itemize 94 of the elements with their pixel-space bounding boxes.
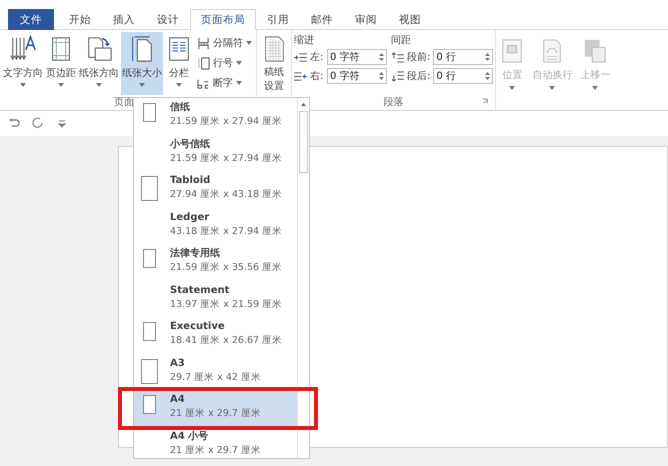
section-label: 缩进	[294, 34, 315, 46]
ribbon-button[interactable]: 纸张方向	[78, 32, 120, 95]
paper-name: 法律专用纸	[170, 247, 220, 260]
ribbon-tab[interactable]: 引用	[256, 9, 300, 30]
menu-item[interactable]: 法律专用纸 21.59 厘米 x 35.56 厘米	[134, 244, 297, 280]
menu-item[interactable]: 信纸 21.59 厘米 x 27.94 厘米	[134, 98, 297, 134]
paper-name: Tabloid	[170, 174, 210, 187]
caret-icon	[549, 86, 556, 90]
caret-icon	[246, 41, 252, 45]
paper-name: A4 小号	[170, 430, 208, 442]
indent-right-icon	[294, 70, 307, 82]
undo-icon[interactable]	[8, 117, 20, 129]
page-break-icon	[197, 36, 210, 50]
spinner-arrows-icon[interactable]	[379, 52, 384, 62]
ribbon-button[interactable]: 分隔符	[195, 35, 254, 51]
caret-icon	[236, 81, 242, 85]
menu-item[interactable]: A4 小号 21 厘米 x 29.7 厘米	[134, 426, 297, 458]
spinner-arrows-icon[interactable]	[485, 71, 490, 81]
bring-forward-icon	[583, 38, 608, 64]
spin-field[interactable]: 0 字符	[327, 49, 387, 65]
ribbon-tab[interactable]: 视图	[388, 9, 432, 30]
ribbon-button[interactable]: 行号	[195, 55, 254, 71]
spacing-before-icon	[391, 52, 404, 62]
file-tab[interactable]: 文件	[8, 9, 54, 30]
paper-name: A4	[170, 393, 185, 406]
ribbon-tab[interactable]: 邮件	[300, 9, 344, 30]
menu-item[interactable]: Tabloid 27.94 厘米 x 43.18 厘米	[134, 171, 297, 208]
spinner-arrows-icon[interactable]	[485, 52, 490, 62]
line-numbers-icon	[197, 56, 210, 70]
ribbon-tab[interactable]: 开始	[58, 9, 102, 30]
field-label: 左:	[310, 51, 324, 64]
paper-name: 信纸	[170, 101, 190, 114]
caret-icon	[139, 83, 145, 87]
paper-name: 小号信纸	[170, 138, 210, 150]
spinner-arrows-icon[interactable]	[379, 71, 384, 81]
caret-icon	[58, 83, 64, 87]
caret-icon	[176, 83, 182, 87]
paper-dimensions: 43.18 厘米 x 27.94 厘米	[170, 224, 282, 238]
caret-icon	[96, 83, 102, 87]
page-icon	[142, 249, 156, 268]
page-icon	[140, 176, 158, 201]
caret-icon	[236, 61, 242, 65]
paper-dimensions: 21.59 厘米 x 35.56 厘米	[170, 261, 282, 274]
scrollbar-thumb[interactable]	[299, 111, 308, 173]
paper-dimensions: 18.41 厘米 x 26.67 厘米	[170, 334, 282, 347]
paper-name: Statement	[170, 284, 230, 296]
group-label: 段落	[384, 96, 404, 110]
menu-item[interactable]: Statement 13.97 厘米 x 21.59 厘米	[134, 280, 297, 317]
ribbon-tab[interactable]: 审阅	[344, 9, 388, 30]
spacing-after-icon	[391, 70, 404, 82]
paper-dimensions: 13.97 厘米 x 21.59 厘米	[170, 298, 282, 310]
dialog-launcher-icon[interactable]	[482, 98, 490, 105]
page-icon	[142, 395, 156, 414]
spin-field[interactable]: 0 行	[433, 49, 494, 65]
ribbon-tab[interactable]: 页面布局	[190, 9, 256, 30]
redo-icon[interactable]	[32, 117, 44, 129]
group-label: 页面	[114, 97, 134, 108]
paper-dimensions: 21 厘米 x 29.7 厘米	[170, 444, 261, 456]
menu-item[interactable]: Ledger 43.18 厘米 x 27.94 厘米	[134, 208, 297, 244]
caret-icon	[20, 83, 26, 87]
spin-field[interactable]: 0 行	[433, 68, 494, 84]
paper-name: Ledger	[170, 210, 210, 224]
menu-item[interactable]: A3 29.7 厘米 x 42 厘米	[134, 354, 297, 390]
paper-dimensions: 27.94 厘米 x 43.18 厘米	[170, 188, 282, 201]
paper-dimensions: 21.59 厘米 x 27.94 厘米	[170, 152, 282, 164]
menu-item[interactable]: 小号信纸 21.59 厘米 x 27.94 厘米	[134, 134, 297, 171]
paper-dimensions: 29.7 厘米 x 42 厘米	[170, 370, 261, 384]
picture-position-icon	[500, 38, 524, 64]
menu-item[interactable]: Executive 18.41 厘米 x 26.67 厘米	[134, 317, 297, 354]
field-label: 段前:	[407, 51, 430, 64]
caret-icon	[592, 86, 598, 90]
text-direction-icon	[9, 35, 37, 63]
page-icon	[142, 103, 156, 122]
ribbon-button[interactable]: 稿纸设置	[259, 32, 289, 95]
paper-dimensions: 21.59 厘米 x 27.94 厘米	[170, 115, 282, 128]
paper-name: Executive	[170, 320, 225, 333]
section-label: 间距	[391, 34, 412, 46]
ribbon-button[interactable]: 文字方向	[2, 32, 44, 95]
ribbon-tab[interactable]: 设计	[146, 9, 190, 30]
indent-left-icon	[294, 52, 307, 62]
page-icon	[142, 322, 156, 341]
ribbon-button[interactable]: 页边距	[45, 32, 77, 95]
ribbon-button[interactable]: 纸张大小	[121, 32, 163, 95]
page-icon	[140, 358, 158, 384]
spin-field[interactable]: 0 字符	[327, 68, 387, 84]
caret-icon	[509, 86, 516, 90]
ribbon-button[interactable]: 分栏	[164, 32, 194, 95]
field-label: 段后:	[407, 70, 430, 83]
paper-name: A3	[170, 356, 185, 370]
paper-dimensions: 21 厘米 x 29.7 厘米	[170, 407, 261, 420]
menu-item[interactable]: A4 21 厘米 x 29.7 厘米	[134, 390, 297, 426]
field-label: 右:	[310, 70, 324, 83]
ribbon-tab[interactable]: 插入	[102, 9, 146, 30]
ribbon-button[interactable]: 断字	[195, 75, 254, 91]
